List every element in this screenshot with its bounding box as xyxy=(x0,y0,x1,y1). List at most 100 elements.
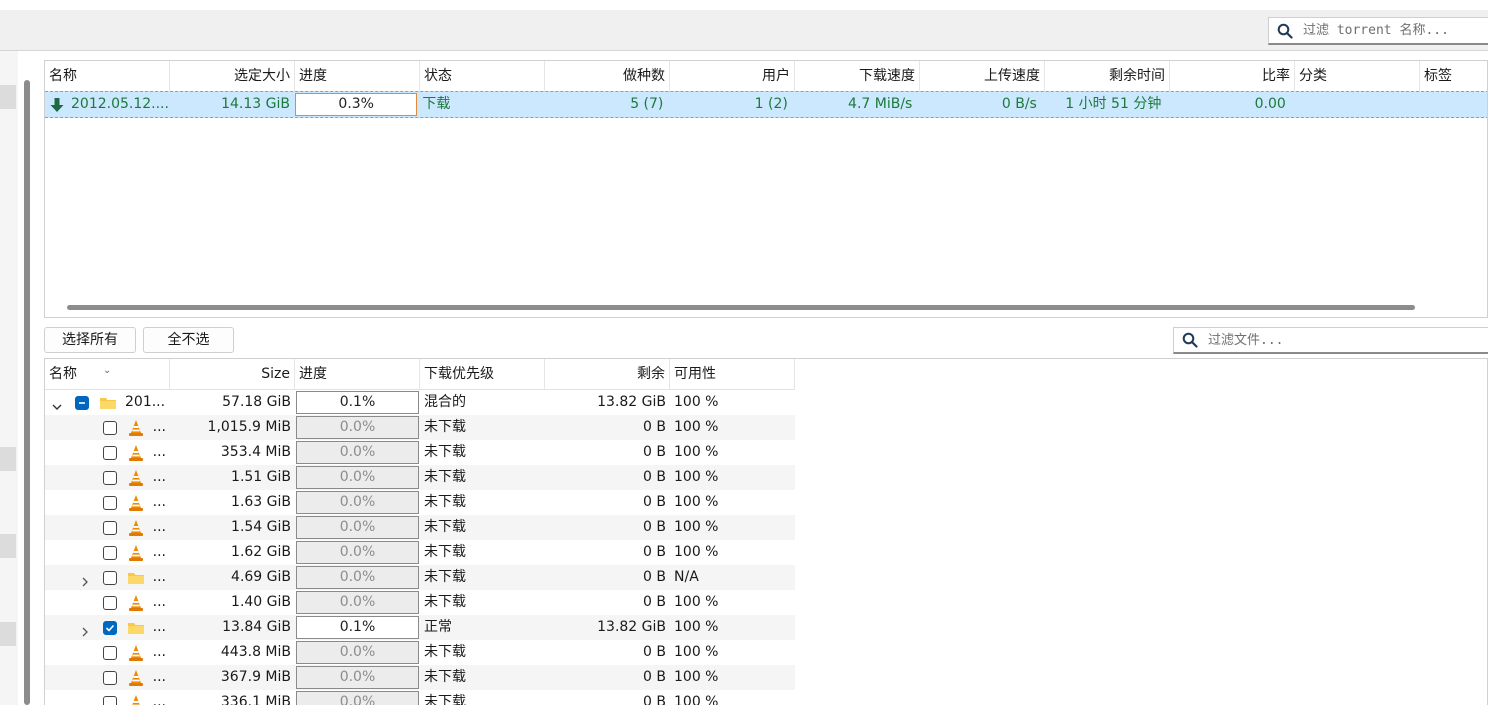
column-header-progress[interactable]: 进度 xyxy=(295,61,420,91)
file-column-header-progress[interactable]: 进度 xyxy=(295,359,420,389)
checkbox-icon[interactable] xyxy=(102,645,117,660)
column-header-down-speed[interactable]: 下载速度 xyxy=(795,61,920,91)
file-priority[interactable]: 未下载 xyxy=(420,590,545,615)
file-priority[interactable]: 未下载 xyxy=(420,690,545,705)
checkbox-icon[interactable] xyxy=(75,395,89,410)
checkbox-icon[interactable] xyxy=(102,445,117,460)
horizontal-scrollbar[interactable] xyxy=(67,305,1415,310)
select-none-button[interactable]: 全不选 xyxy=(143,327,234,353)
checkbox-icon[interactable] xyxy=(102,420,117,435)
torrent-search-input[interactable] xyxy=(1301,22,1485,39)
file-name: ... xyxy=(152,694,166,705)
file-row[interactable]: ... 1.62 GiB 0.0% 未下载 0 B 100 % xyxy=(45,540,795,565)
file-row[interactable]: ... 367.9 MiB 0.0% 未下载 0 B 100 % xyxy=(45,665,795,690)
file-row[interactable]: ... 1.54 GiB 0.0% 未下载 0 B 100 % xyxy=(45,515,795,540)
vlc-file-icon xyxy=(127,644,145,662)
file-row[interactable]: ... 336.1 MiB 0.0% 未下载 0 B 100 % xyxy=(45,690,795,705)
vlc-file-icon xyxy=(127,419,145,437)
sidebar-tab[interactable] xyxy=(0,622,16,646)
chevron-down-icon[interactable] xyxy=(51,397,63,410)
file-remaining: 13.82 GiB xyxy=(597,619,666,635)
checkbox-icon[interactable] xyxy=(102,595,117,610)
column-header-eta[interactable]: 剩余时间 xyxy=(1045,61,1170,91)
column-header-size[interactable]: 选定大小 xyxy=(170,61,295,91)
file-progress-bar: 0.1% xyxy=(296,616,419,639)
file-name-cell: ... xyxy=(45,590,170,615)
file-name: ... xyxy=(152,444,166,460)
file-row[interactable]: ... 353.4 MiB 0.0% 未下载 0 B 100 % xyxy=(45,440,795,465)
file-priority[interactable]: 未下载 xyxy=(420,440,545,465)
file-column-header-remaining[interactable]: 剩余 xyxy=(545,359,670,389)
file-priority[interactable]: 未下载 xyxy=(420,565,545,590)
file-column-header-name[interactable]: ⌄ 名称 xyxy=(45,359,170,389)
checkbox-icon[interactable] xyxy=(102,695,117,705)
file-priority[interactable]: 未下载 xyxy=(420,490,545,515)
file-column-header-size[interactable]: Size xyxy=(170,359,295,389)
sidebar-tab[interactable] xyxy=(0,534,16,558)
file-priority[interactable]: 未下载 xyxy=(420,665,545,690)
torrent-ratio: 0.00 xyxy=(1254,96,1286,112)
file-row[interactable]: ... 13.84 GiB 0.1% 正常 13.82 GiB 100 % xyxy=(45,615,795,640)
file-row[interactable]: ... 1.51 GiB 0.0% 未下载 0 B 100 % xyxy=(45,465,795,490)
file-priority[interactable]: 混合的 xyxy=(420,390,545,415)
select-all-button[interactable]: 选择所有 xyxy=(44,327,136,353)
file-priority[interactable]: 未下载 xyxy=(420,415,545,440)
file-column-header-name-label: 名称 xyxy=(49,366,77,382)
chevron-placeholder xyxy=(79,647,91,659)
checkbox-icon[interactable] xyxy=(102,545,117,560)
file-row[interactable]: ... 1.40 GiB 0.0% 未下载 0 B 100 % xyxy=(45,590,795,615)
column-header-peers[interactable]: 用户 xyxy=(670,61,795,91)
file-name: ... xyxy=(152,419,166,435)
file-priority[interactable]: 未下载 xyxy=(420,640,545,665)
chevron-placeholder xyxy=(79,672,91,684)
column-header-tags[interactable]: 标签 xyxy=(1420,61,1487,91)
chevron-placeholder xyxy=(79,447,91,459)
file-progress-bar: 0.0% xyxy=(296,541,419,564)
column-header-ratio[interactable]: 比率 xyxy=(1170,61,1295,91)
file-filter-input[interactable] xyxy=(1206,331,1470,349)
chevron-right-icon[interactable] xyxy=(79,572,91,586)
file-priority[interactable]: 未下载 xyxy=(420,465,545,490)
file-progress-cell: 0.1% xyxy=(295,390,420,415)
file-row[interactable]: ... 1.63 GiB 0.0% 未下载 0 B 100 % xyxy=(45,490,795,515)
file-row[interactable]: ... 1,015.9 MiB 0.0% 未下载 0 B 100 % xyxy=(45,415,795,440)
file-remaining: 0 B xyxy=(643,419,666,435)
file-column-header-availability[interactable]: 可用性 xyxy=(670,359,795,389)
file-priority[interactable]: 未下载 xyxy=(420,540,545,565)
splitter-scrollbar[interactable] xyxy=(24,80,30,705)
checkbox-icon[interactable] xyxy=(102,670,117,685)
chevron-placeholder xyxy=(79,547,91,559)
file-size: 13.84 GiB xyxy=(222,619,291,635)
torrent-name: 2012.05.12.... xyxy=(71,96,169,112)
column-header-category[interactable]: 分类 xyxy=(1295,61,1420,91)
folder-icon xyxy=(99,394,117,412)
torrent-row[interactable]: 2012.05.12.... 14.13 GiB 0.3% 下载 5 (7) 1… xyxy=(45,91,1487,118)
file-row[interactable]: 201... 57.18 GiB 0.1% 混合的 13.82 GiB 100 % xyxy=(45,390,795,415)
column-header-seeds[interactable]: 做种数 xyxy=(545,61,670,91)
file-name: ... xyxy=(152,569,166,585)
column-header-name[interactable]: 名称 xyxy=(45,61,170,91)
file-priority[interactable]: 未下载 xyxy=(420,515,545,540)
checkbox-icon[interactable] xyxy=(102,620,117,635)
column-header-status[interactable]: 状态 xyxy=(420,61,545,91)
file-progress-cell: 0.0% xyxy=(295,440,420,465)
file-filter-box[interactable] xyxy=(1173,327,1488,354)
file-remaining: 0 B xyxy=(643,694,666,705)
file-name-cell: ... xyxy=(45,415,170,440)
file-row[interactable]: ... 4.69 GiB 0.0% 未下载 0 B N/A xyxy=(45,565,795,590)
sidebar-tab[interactable] xyxy=(0,447,16,471)
file-size: 367.9 MiB xyxy=(220,669,291,685)
torrent-search-box[interactable] xyxy=(1268,17,1488,45)
column-header-up-speed[interactable]: 上传速度 xyxy=(920,61,1045,91)
file-priority[interactable]: 正常 xyxy=(420,615,545,640)
file-name-cell: ... xyxy=(45,665,170,690)
checkbox-icon[interactable] xyxy=(102,470,117,485)
checkbox-icon[interactable] xyxy=(102,495,117,510)
file-column-header-priority[interactable]: 下载优先级 xyxy=(420,359,545,389)
checkbox-icon[interactable] xyxy=(102,520,117,535)
chevron-right-icon[interactable] xyxy=(79,622,91,636)
sidebar-tab[interactable] xyxy=(0,85,16,109)
file-row[interactable]: ... 443.8 MiB 0.0% 未下载 0 B 100 % xyxy=(45,640,795,665)
checkbox-icon[interactable] xyxy=(102,570,117,585)
file-size: 336.1 MiB xyxy=(220,694,291,705)
